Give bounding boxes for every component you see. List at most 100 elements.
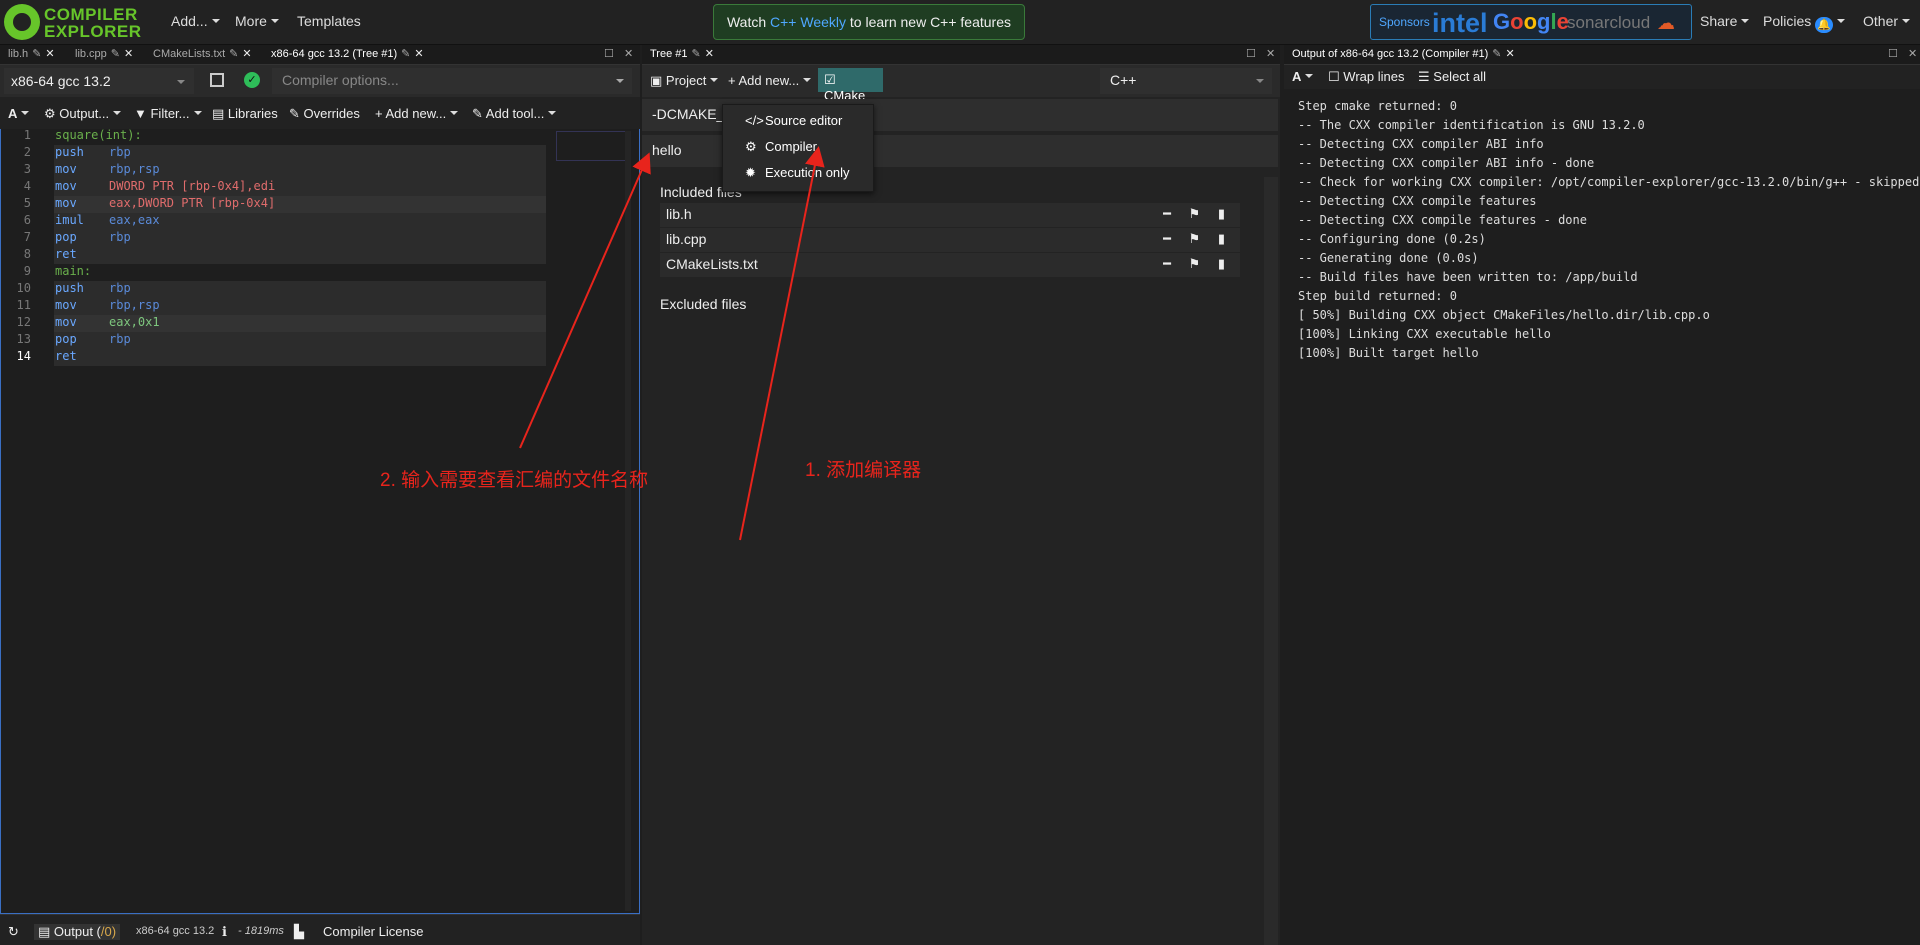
- maximize-icon[interactable]: ☐: [1888, 47, 1898, 60]
- output-line: -- Configuring done (0.2s): [1298, 232, 1486, 246]
- minimap[interactable]: [556, 131, 626, 161]
- close-icon[interactable]: ✕: [1505, 48, 1514, 60]
- close-icon[interactable]: ✕: [414, 48, 423, 60]
- file-row-lib-h[interactable]: lib.h ━ ⚑ ▮: [660, 203, 1240, 227]
- sonarcloud-icon: ☁: [1657, 13, 1675, 33]
- logo-gear-icon: [4, 4, 40, 40]
- edit-icon[interactable]: ✎: [32, 48, 41, 60]
- checkbox-icon: ☐: [1328, 69, 1344, 84]
- compiler-options-input[interactable]: Compiler options...: [272, 68, 632, 94]
- add-new-button[interactable]: + Add new...: [375, 106, 458, 121]
- right-tabbar: Output of x86-64 gcc 13.2 (Compiler #1) ✎…: [1284, 45, 1920, 65]
- chart-icon[interactable]: ▙: [294, 924, 304, 940]
- edit-icon[interactable]: ✎: [401, 48, 410, 60]
- close-pane-icon[interactable]: ✕: [1908, 47, 1917, 60]
- popout-icon[interactable]: [210, 73, 224, 87]
- close-icon[interactable]: ✕: [242, 48, 251, 60]
- tab-compiler-tree[interactable]: x86-64 gcc 13.2 (Tree #1) ✎ ✕: [271, 47, 424, 60]
- add-new-menu[interactable]: + Add new...: [728, 73, 811, 88]
- close-pane-icon[interactable]: ✕: [1266, 47, 1275, 60]
- menu-item-execution-only[interactable]: ✹ Execution only: [745, 165, 850, 181]
- close-pane-icon[interactable]: ✕: [624, 47, 633, 60]
- info-icon[interactable]: ℹ: [222, 924, 227, 940]
- templates-link[interactable]: Templates: [297, 13, 361, 29]
- add-tool-button[interactable]: ✎ Add tool...: [472, 106, 556, 122]
- output-line: -- The CXX compiler identification is GN…: [1298, 118, 1645, 132]
- save-icon: ▣: [650, 73, 666, 88]
- output-line: Step cmake returned: 0: [1298, 99, 1457, 113]
- maximize-icon[interactable]: ☐: [604, 47, 614, 60]
- language-select[interactable]: C++: [1100, 68, 1272, 94]
- sponsors-banner[interactable]: Sponsors intel Google sonarcloud ☁: [1370, 4, 1692, 40]
- output-line: Step build returned: 0: [1298, 289, 1457, 303]
- policies-menu[interactable]: Policies 🔔: [1763, 13, 1845, 33]
- plus-icon: +: [375, 106, 386, 121]
- close-icon[interactable]: ✕: [705, 48, 714, 60]
- scrollbar[interactable]: [625, 131, 631, 911]
- output-line: -- Detecting CXX compiler ABI info - don…: [1298, 156, 1595, 170]
- maximize-icon[interactable]: ☐: [1246, 47, 1256, 60]
- file-actions[interactable]: ━ ⚑ ▮: [1163, 231, 1232, 247]
- menu-item-compiler[interactable]: ⚙ Compiler: [745, 139, 817, 155]
- asm-line: 11 mov rbp,rsp: [16, 298, 160, 312]
- other-menu[interactable]: Other: [1863, 13, 1910, 29]
- annotation-step2: 2. 输入需要查看汇编的文件名称: [380, 470, 649, 491]
- tree-pane: ▣ Project + Add new... ☑ CMake C++ -DCMA…: [642, 65, 1280, 945]
- sonarcloud-logo[interactable]: sonarcloud: [1567, 13, 1650, 33]
- list-icon: ☰: [1418, 69, 1434, 84]
- file-actions[interactable]: ━ ⚑ ▮: [1163, 256, 1232, 272]
- edit-icon[interactable]: ✎: [692, 48, 701, 60]
- output-line: -- Detecting CXX compile features: [1298, 194, 1537, 208]
- mid-tabbar: Tree #1 ✎ ✕ ☐ ✕: [642, 45, 1280, 65]
- compiler-license-link[interactable]: Compiler License: [323, 924, 423, 939]
- select-all-button[interactable]: ☰ Select all: [1418, 69, 1486, 85]
- cpp-weekly-link[interactable]: C++ Weekly: [770, 14, 846, 30]
- font-size-button[interactable]: A: [1292, 69, 1313, 84]
- news-banner[interactable]: Watch C++ Weekly to learn new C++ featur…: [713, 4, 1025, 40]
- compiler-select[interactable]: x86-64 gcc 13.2: [4, 68, 194, 94]
- google-logo[interactable]: Google: [1493, 9, 1569, 35]
- top-navbar: COMPILER EXPLORER Add... More Templates …: [0, 0, 1920, 45]
- menu-item-source-editor[interactable]: </>Source editor: [745, 113, 842, 128]
- file-row-lib-cpp[interactable]: lib.cpp ━ ⚑ ▮: [660, 228, 1240, 252]
- edit-icon[interactable]: ✎: [229, 48, 238, 60]
- intel-logo[interactable]: intel: [1432, 8, 1488, 39]
- filter-button[interactable]: ▼ Filter...: [134, 106, 202, 121]
- add-menu[interactable]: Add...: [171, 13, 220, 29]
- overrides-button[interactable]: ✎ Overrides: [289, 106, 360, 122]
- tab-tree[interactable]: Tree #1 ✎ ✕: [650, 47, 714, 60]
- font-size-button[interactable]: A: [8, 106, 29, 121]
- close-icon[interactable]: ✕: [45, 48, 54, 60]
- assembly-output[interactable]: 1 square(int): 2 push rbp 3 mov rbp,rsp 4 mov D…: [0, 128, 640, 914]
- libraries-button[interactable]: ▤ Libraries: [212, 106, 278, 122]
- tab-cmakelists[interactable]: CMakeLists.txt ✎ ✕: [153, 47, 252, 60]
- output-options-button[interactable]: ⚙ Output...: [44, 106, 121, 122]
- output-icon: ▤: [38, 924, 54, 939]
- compiler-explorer-logo[interactable]: COMPILER EXPLORER: [4, 4, 149, 42]
- excluded-files-title: Excluded files: [660, 296, 747, 312]
- book-icon: ▤: [212, 106, 228, 121]
- output-button[interactable]: ▤ Output (/0): [34, 924, 121, 940]
- output-log[interactable]: Step cmake returned: 0 -- The CXX compile…: [1298, 97, 1919, 363]
- project-menu[interactable]: ▣ Project: [650, 73, 718, 89]
- scrollbar[interactable]: [1264, 177, 1278, 945]
- edit-icon[interactable]: ✎: [111, 48, 120, 60]
- file-actions[interactable]: ━ ⚑ ▮: [1163, 206, 1232, 222]
- more-menu[interactable]: More: [235, 13, 279, 29]
- cmake-toggle[interactable]: ☑ CMake: [818, 68, 883, 103]
- file-row-cmakelists[interactable]: CMakeLists.txt ━ ⚑ ▮: [660, 253, 1240, 277]
- tab-lib-h[interactable]: lib.h ✎ ✕: [8, 47, 55, 60]
- tab-output[interactable]: Output of x86-64 gcc 13.2 (Compiler #1) ✎…: [1292, 47, 1515, 60]
- wrap-lines-toggle[interactable]: ☐ Wrap lines: [1328, 69, 1404, 85]
- refresh-icon[interactable]: ↻: [8, 924, 19, 940]
- asm-line: 13 pop rbp: [16, 332, 131, 346]
- gear-icon: ⚙: [44, 106, 60, 121]
- asm-line: 14 ret: [16, 349, 77, 363]
- output-line: -- Build files have been written to: /ap…: [1298, 270, 1638, 284]
- share-menu[interactable]: Share: [1700, 13, 1749, 29]
- asm-line: 5 mov eax,DWORD PTR [rbp-0x4]: [23, 196, 276, 210]
- edit-icon[interactable]: ✎: [1492, 48, 1501, 60]
- close-icon[interactable]: ✕: [124, 48, 133, 60]
- add-new-dropdown: </>Source editor ⚙ Compiler ✹ Execution on…: [722, 104, 874, 192]
- tab-lib-cpp[interactable]: lib.cpp ✎ ✕: [75, 47, 133, 60]
